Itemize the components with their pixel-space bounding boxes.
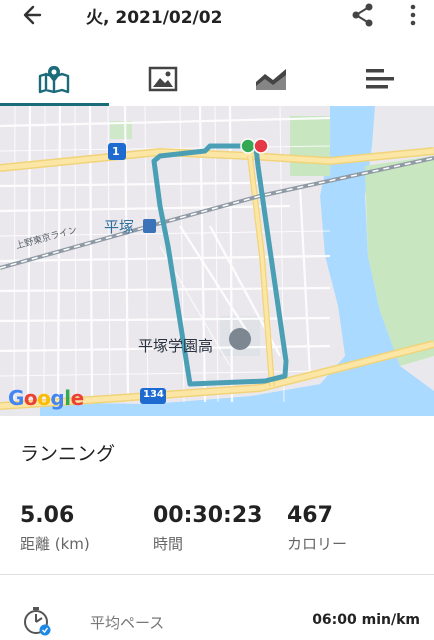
duration-value: 00:30:23	[153, 503, 263, 528]
calories-value: 467	[287, 503, 333, 528]
station-label: 平塚	[104, 218, 135, 236]
route-map[interactable]: 1 134 平塚 平塚学園高 上野東京ライン Google	[0, 106, 434, 416]
distance-label: 距離 (km)	[20, 535, 90, 553]
google-logo: Google	[8, 386, 84, 410]
duration-label: 時間	[153, 535, 184, 553]
pace-label: 平均ペース	[90, 614, 165, 632]
arrow-back-icon[interactable]	[18, 2, 52, 28]
app-bar: 火, 2021/02/02	[0, 0, 434, 34]
logo-letter: e	[70, 386, 85, 410]
route-134-label: 134	[143, 389, 164, 400]
image-icon	[148, 66, 177, 92]
logo-letter: g	[50, 386, 65, 410]
logo-letter: o	[23, 386, 38, 410]
tab-bar	[0, 52, 434, 106]
divider	[0, 574, 434, 575]
page-title: 火, 2021/02/02	[86, 8, 223, 28]
tab-chart[interactable]	[217, 52, 326, 106]
map-pin-icon	[39, 66, 70, 94]
pace-value: 06:00 min/km	[312, 612, 420, 628]
map-canvas	[0, 106, 434, 416]
logo-letter: o	[37, 386, 51, 410]
stopwatch-icon	[22, 606, 52, 636]
start-marker	[240, 138, 256, 154]
logo-letter: G	[8, 386, 24, 410]
route-1-label: 1	[112, 145, 120, 158]
more-vert-icon[interactable]	[404, 1, 422, 29]
share-icon[interactable]	[348, 1, 378, 29]
calories-label: カロリー	[287, 535, 348, 553]
distance-value: 5.06	[20, 503, 75, 528]
area-chart-icon	[256, 69, 287, 90]
tab-map[interactable]	[0, 52, 109, 106]
school-label: 平塚学園高	[138, 337, 214, 355]
end-marker	[253, 138, 269, 154]
tab-photos[interactable]	[109, 52, 218, 106]
list-bars-icon	[365, 69, 394, 89]
activity-type: ランニング	[20, 443, 116, 465]
tab-details[interactable]	[326, 52, 434, 106]
